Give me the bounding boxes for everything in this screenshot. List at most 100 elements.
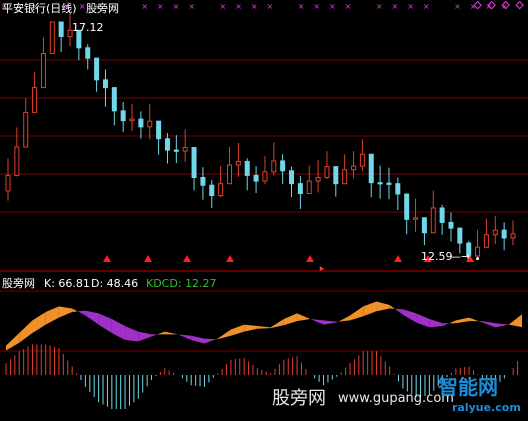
- d-above-k-ribbon: [416, 313, 430, 328]
- cross-marker: ×: [313, 2, 320, 11]
- cross-marker: ×: [141, 2, 148, 11]
- k-above-d-ribbon: [270, 319, 284, 329]
- candle-body: [209, 184, 215, 197]
- k-above-d-ribbon: [376, 301, 390, 312]
- k-above-d-ribbon: [283, 313, 298, 326]
- low-point-dot: [476, 257, 480, 261]
- candle-body: [510, 233, 516, 239]
- cross-marker: ×: [220, 2, 227, 11]
- candle-body: [173, 149, 179, 152]
- candle-body: [244, 160, 250, 176]
- candle-body: [324, 166, 330, 178]
- cross-marker: ×: [345, 2, 352, 11]
- d-above-k-ribbon: [151, 334, 158, 337]
- candle-body: [501, 229, 507, 239]
- candle-body: [102, 79, 108, 89]
- candle-body: [377, 182, 383, 185]
- cross-marker: ×: [376, 2, 383, 11]
- low-price-arrow: —→: [450, 250, 471, 263]
- candle-body: [351, 165, 357, 171]
- watermark-brand-cn: 智能网: [438, 375, 498, 399]
- cross-marker: ×: [407, 2, 414, 11]
- k-above-d-ribbon: [449, 320, 456, 324]
- cross-marker: ×: [173, 2, 180, 11]
- candle-body: [253, 174, 259, 182]
- d-above-k-ribbon: [495, 323, 509, 328]
- candle-body: [23, 111, 29, 148]
- candle-body: [111, 87, 117, 112]
- d-above-k-ribbon: [98, 313, 112, 333]
- k-above-d-ribbon: [338, 315, 350, 322]
- stock-title: 平安银行(日线): [2, 2, 77, 15]
- cursor-marker: ▸: [320, 264, 325, 274]
- candle-body: [226, 164, 232, 185]
- k-above-d-ribbon: [72, 308, 78, 312]
- candle-body: [359, 153, 365, 167]
- chart-canvas: × × × × × × × × × × × × × × × × × × × × × × × × × × ×▸: [0, 0, 528, 409]
- candle-body: [156, 120, 162, 140]
- triangle-marker: [306, 255, 314, 262]
- candle-body: [280, 160, 286, 172]
- candle-body: [368, 153, 374, 184]
- candle-body: [483, 234, 489, 248]
- triangle-marker: [226, 255, 234, 262]
- k-above-d-ribbon: [350, 306, 364, 321]
- candle-body: [315, 176, 321, 182]
- k-above-d-ribbon: [230, 324, 245, 336]
- diamond-marker: [515, 0, 524, 10]
- bottom-indicator-label: 股旁网: [2, 277, 35, 290]
- cross-marker: ×: [329, 2, 336, 11]
- candle-body: [164, 138, 170, 151]
- watermark-site-cn: 股旁网: [272, 388, 326, 409]
- candle-body: [14, 146, 20, 176]
- candle-body: [235, 160, 241, 166]
- candle-body: [430, 207, 436, 234]
- candle-body: [306, 180, 312, 194]
- d-above-k-ribbon: [125, 326, 139, 342]
- k-above-d-ribbon: [455, 317, 470, 324]
- candle-body: [49, 21, 55, 55]
- candle-body: [333, 166, 339, 185]
- d-above-k-ribbon: [178, 334, 192, 340]
- d-above-k-ribbon: [394, 308, 403, 315]
- k-above-d-ribbon: [244, 324, 258, 332]
- candle-body: [386, 182, 392, 185]
- d-above-k-ribbon: [336, 321, 339, 323]
- triangle-marker: [103, 255, 111, 262]
- k-above-d-ribbon: [58, 306, 73, 318]
- candle-body: [138, 118, 144, 128]
- d-above-k-ribbon: [85, 310, 99, 325]
- chart-stage: × × × × × × × × × × × × × × × × × × × × × × × × × × × ▸ 平安银行(日线) 股旁…: [0, 0, 528, 421]
- d-above-k-ribbon: [111, 319, 126, 340]
- d-above-k-ribbon: [482, 321, 496, 328]
- candle-body: [129, 118, 135, 122]
- cross-marker: ×: [423, 2, 430, 11]
- d-above-k-ribbon: [442, 323, 450, 326]
- candle-body: [413, 217, 419, 220]
- candle-body: [342, 169, 348, 185]
- candle-body: [262, 171, 268, 182]
- cross-marker: ×: [454, 2, 461, 11]
- triangle-marker: [394, 255, 402, 262]
- d-value-label: D: 48.46: [91, 277, 139, 290]
- candle-body: [120, 110, 126, 122]
- candle-body: [271, 160, 277, 173]
- candle-body: [147, 120, 153, 128]
- candle-body: [439, 207, 445, 223]
- candle-body: [40, 53, 46, 89]
- candle-body: [200, 176, 206, 186]
- cross-marker: ×: [79, 2, 86, 11]
- low-price-label: 12.59: [421, 250, 453, 263]
- candle-body: [85, 47, 91, 59]
- cross-marker: ×: [485, 2, 492, 11]
- cross-marker: ×: [298, 2, 305, 11]
- k-above-d-ribbon: [157, 331, 165, 335]
- watermark-site-url: www.gupang.com: [338, 391, 454, 406]
- d-above-k-ribbon: [478, 321, 483, 323]
- k-above-d-ribbon: [257, 326, 271, 329]
- cross-marker: ×: [392, 2, 399, 11]
- triangle-marker: [144, 255, 152, 262]
- candle-body: [395, 183, 401, 195]
- k-above-d-ribbon: [6, 333, 20, 351]
- d-above-k-ribbon: [429, 319, 443, 328]
